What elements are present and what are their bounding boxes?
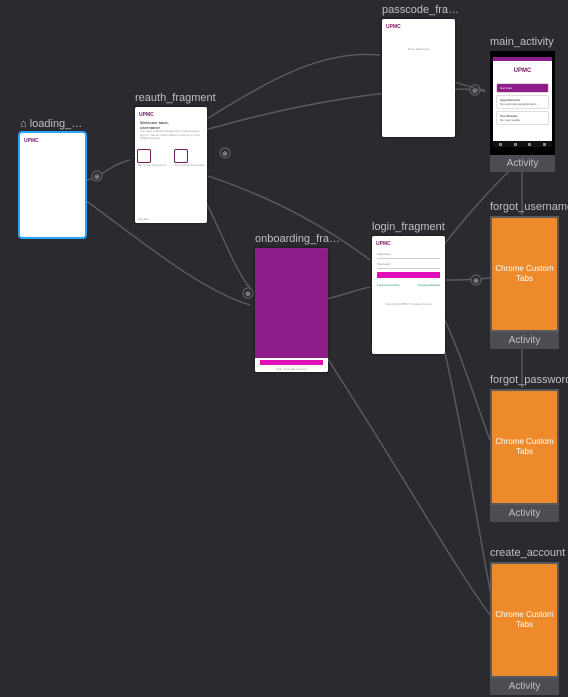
footer-links: Sign In Create Account [255,367,328,371]
body-text: You have enabled Fingerprint or Passcode… [135,130,207,141]
svg-text:⊕: ⊕ [473,278,479,285]
forgot-password-link: Forgot password [418,283,440,287]
node-main-activity[interactable]: main_activity UPMC Get Care Appointments… [490,36,560,172]
screen-thumbnail: UPMC Username Password Forgot username F… [372,236,445,354]
create-account-hint: New to MyUPMC? Create Account [372,303,445,307]
node-passcode-fragment[interactable]: passcode_frag… UPMC Enter Passcode · · ·… [382,4,462,137]
activity-label: Activity [490,332,559,349]
chrome-custom-tabs-box: Chrome Custom Tabs [490,216,559,332]
onboarding-hero [255,248,328,358]
upmc-logo: UPMC [514,68,532,74]
upmc-logo: UPMC [382,19,455,32]
icon-label: Tap to Enter Passcode [174,163,204,168]
fingerprint-icon [137,149,151,163]
primary-button [260,360,323,365]
node-forgot-password[interactable]: forgot_password Chrome Custom Tabs Activ… [490,374,568,522]
activity-label: Activity [490,505,559,522]
onboarding-footer: Sign In Create Account [255,358,328,372]
card-get-care: Get Care [496,83,549,93]
svg-text:⊕: ⊕ [472,88,478,95]
card-body: No upcoming appointments [500,102,545,106]
hero: UPMC [493,61,552,81]
node-loading-fragment[interactable]: loading_fra… UPMC [20,118,85,237]
forgot-username-link: Forgot username [377,283,400,287]
passcode-dots: · · · · [382,56,455,61]
card-results: Test Results No new results [496,111,549,125]
card-appointments: Appointments No upcoming appointments [496,95,549,109]
node-title: login_fragment [372,221,452,233]
node-create-account[interactable]: create_account Chrome Custom Tabs Activi… [490,547,565,695]
screen-thumbnail: Sign In Create Account [255,248,328,372]
svg-text:⊕: ⊕ [245,291,251,298]
upmc-logo: UPMC [372,236,445,249]
node-title: onboarding_fra… [255,233,340,245]
forgot-links: Forgot username Forgot password [372,281,445,289]
password-field: Password [377,262,440,269]
screen-thumbnail: UPMC Enter Passcode · · · · [382,19,455,137]
node-title: loading_fra… [20,118,85,130]
passcode-icon [174,149,188,163]
signin-button [377,272,440,278]
navigation-graph-canvas[interactable]: ⊕ ⊕ ⊕ ⊕ ⊕ loading_fra… [0,0,568,697]
upmc-logo: UPMC [20,133,85,146]
node-forgot-username[interactable]: forgot_username Chrome Custom Tabs Activ… [490,201,568,349]
node-title: create_account [490,547,565,559]
node-onboarding-fragment[interactable]: onboarding_fra… Sign In Create Account [255,233,340,372]
screen-thumbnail: UPMC [20,133,85,237]
username-field: Username [377,252,440,259]
activity-label: Activity [490,678,559,695]
node-login-fragment[interactable]: login_fragment UPMC Username Password Fo… [372,221,452,354]
phone-frame: UPMC Get Care Appointments No upcoming a… [490,51,555,155]
node-title: forgot_password [490,374,568,386]
chrome-custom-tabs-box: Chrome Custom Tabs [490,389,559,505]
icon-label: Tap to use Fingerprint [137,163,166,168]
screen-thumbnail: UPMC Welcome back, username! You have en… [135,107,207,223]
node-title: main_activity [490,36,560,48]
node-title: forgot_username [490,201,568,213]
node-title: reauth_fragment [135,92,225,104]
node-reauth-fragment[interactable]: reauth_fragment UPMC Welcome back, usern… [135,92,225,223]
phone-screen: UPMC Get Care Appointments No upcoming a… [493,57,552,147]
upmc-logo: UPMC [135,107,207,120]
auth-icon-row: Tap to use Fingerprint Tap to Enter Pass… [135,149,207,168]
chrome-custom-tabs-box: Chrome Custom Tabs [490,562,559,678]
card-body: No new results [500,118,545,122]
logout-link: Log Out [138,217,149,221]
activity-label: Activity [490,155,555,172]
node-title: passcode_frag… [382,4,462,16]
heading: Enter Passcode [382,48,455,52]
svg-text:⊕: ⊕ [94,174,100,181]
bottom-nav [493,141,552,147]
